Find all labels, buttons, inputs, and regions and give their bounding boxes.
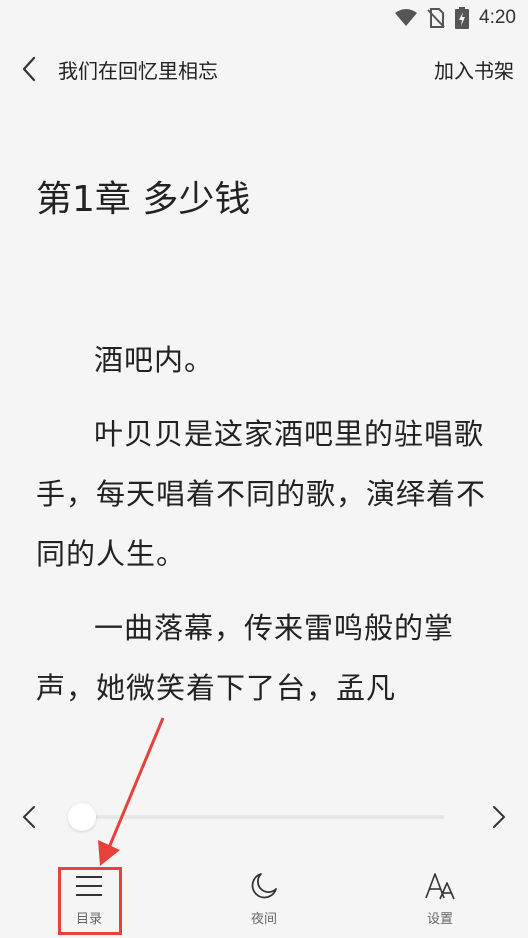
paragraph: 酒吧内。 [94, 343, 215, 377]
next-chapter-button[interactable] [484, 802, 514, 832]
prev-chapter-button[interactable] [14, 802, 44, 832]
reader-header: 我们在回忆里相忘 加入书架 [0, 44, 528, 92]
paragraph: 一曲落幕，传来雷鸣般的掌声，她微笑着下了台，孟凡 [36, 611, 455, 705]
settings-label: 设置 [426, 912, 453, 927]
paragraph: 叶贝贝是这家酒吧里的驻唱歌手，每天唱着不同的歌，演绎着不同的人生。 [36, 417, 487, 571]
annotation-highlight-box [58, 867, 122, 935]
night-mode-button[interactable]: 夜间 [234, 868, 294, 934]
settings-button[interactable]: 设置 [410, 868, 470, 934]
progress-slider[interactable] [68, 803, 444, 831]
back-button[interactable] [14, 54, 44, 84]
chapter-content: 酒吧内。 叶贝贝是这家酒吧里的驻唱歌手，每天唱着不同的歌，演绎着不同的人生。 一… [36, 330, 498, 732]
chapter-progress [0, 795, 528, 839]
font-icon [425, 873, 455, 900]
night-label: 夜间 [250, 912, 277, 927]
prev-chevron-icon [23, 806, 35, 828]
back-chevron-icon [22, 56, 36, 82]
battery-charging-icon [455, 7, 470, 29]
book-title: 我们在回忆里相忘 [58, 59, 218, 83]
next-chevron-icon [493, 806, 505, 828]
moon-icon [251, 873, 277, 899]
status-bar: 4:20 [0, 0, 528, 36]
status-time: 4:20 [479, 7, 516, 28]
add-to-shelf-button[interactable]: 加入书架 [434, 55, 514, 84]
no-sim-icon [427, 8, 445, 28]
progress-thumb[interactable] [68, 803, 96, 831]
chapter-title: 第1章 多少钱 [36, 179, 251, 220]
wifi-icon [395, 9, 418, 26]
